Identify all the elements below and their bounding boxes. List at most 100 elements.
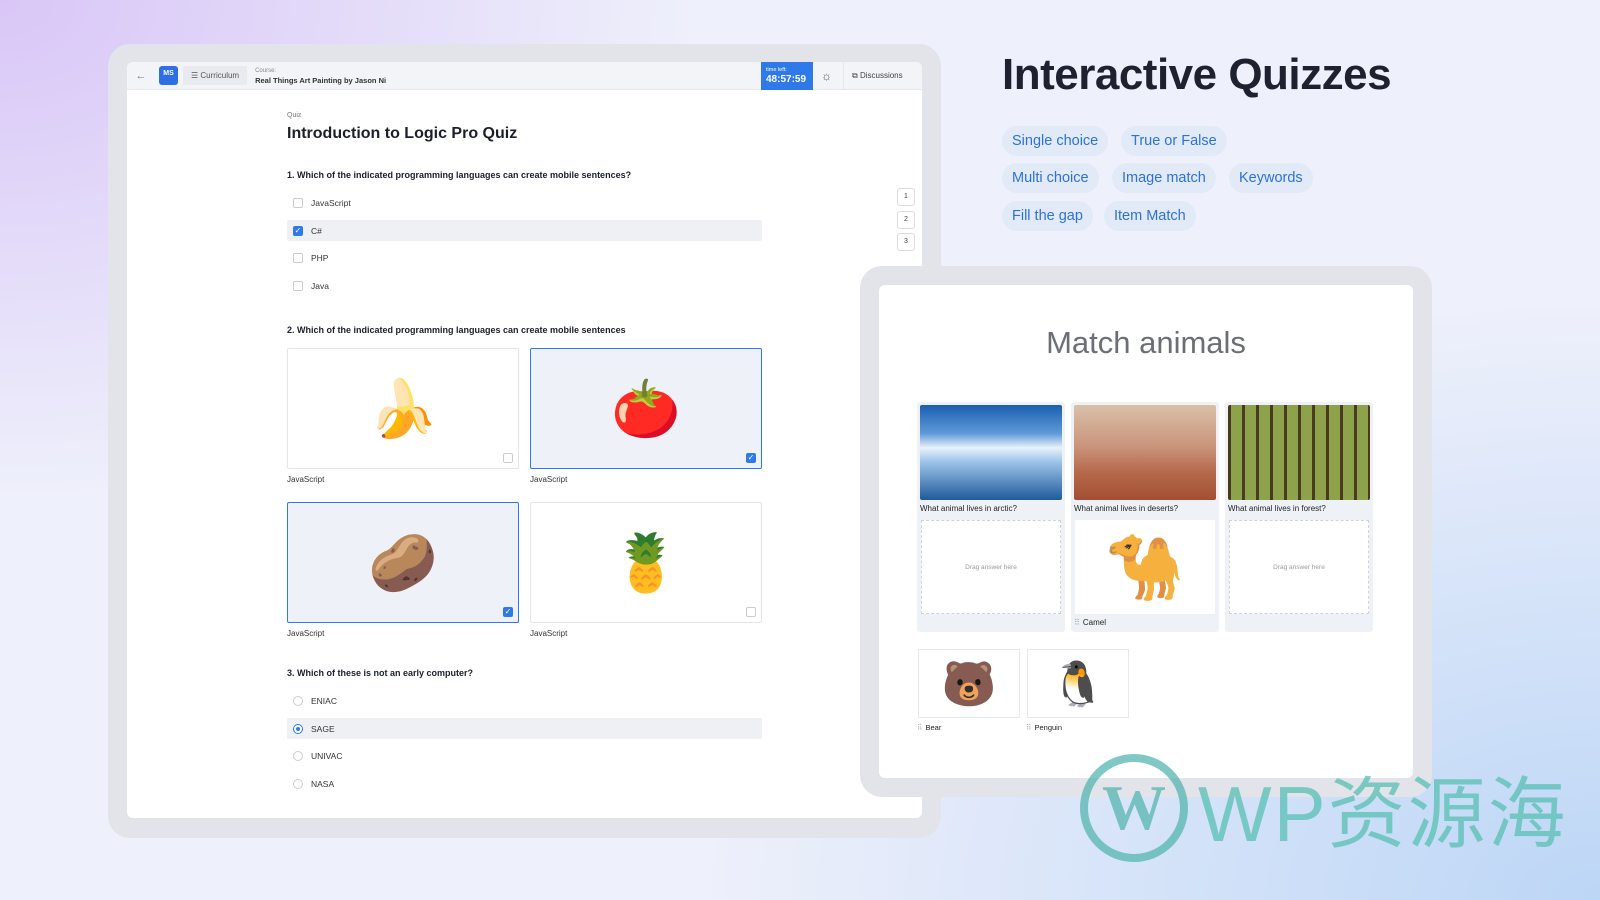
chip-multi-choice: Multi choice bbox=[1002, 163, 1099, 193]
image-option-potato[interactable]: 🥔 ✓ bbox=[287, 502, 519, 623]
quiz-window: ← MS ☰ Curriculum Course: Real Things Art… bbox=[127, 62, 922, 818]
option[interactable]: JavaScript bbox=[287, 192, 762, 213]
drop-zone[interactable]: Drag answer here bbox=[921, 520, 1061, 614]
bear-image: 🐻 bbox=[941, 659, 997, 709]
checkbox[interactable] bbox=[293, 280, 303, 291]
image-option-pineapple[interactable]: 🍍 bbox=[530, 502, 762, 623]
image-option-label: JavaScript bbox=[287, 475, 325, 484]
radio[interactable] bbox=[293, 695, 303, 706]
answer-label: ⠿ Bear bbox=[917, 723, 941, 732]
option[interactable]: NASA bbox=[287, 773, 762, 794]
answer-penguin-label: Penguin bbox=[1034, 723, 1063, 732]
answer-bear-label: Bear bbox=[925, 723, 942, 732]
option[interactable]: ENIAC bbox=[287, 690, 762, 711]
match-title: Match animals bbox=[1046, 325, 1246, 360]
discussions-button[interactable]: ⧉ Discussions bbox=[843, 62, 903, 90]
chip-true-or-false: True or False bbox=[1121, 126, 1227, 156]
chip-single-choice: Single choice bbox=[1002, 126, 1109, 156]
image-option-banana[interactable]: 🍌 bbox=[287, 348, 519, 469]
course-name: Real Things Art Painting by Jason Ni bbox=[255, 75, 387, 85]
question-nav-3[interactable]: 3 bbox=[897, 233, 915, 251]
chip-fill-the-gap: Fill the gap bbox=[1002, 201, 1093, 231]
menu-icon: ☰ bbox=[191, 71, 201, 80]
checkbox[interactable] bbox=[746, 607, 756, 617]
forest-image bbox=[1228, 405, 1370, 500]
wordpress-logo-icon: W bbox=[1080, 754, 1188, 862]
curriculum-label: Curriculum bbox=[200, 71, 240, 80]
match-column-forest: What animal lives in forest? Drag answer… bbox=[1225, 402, 1373, 632]
radio-selected[interactable] bbox=[293, 723, 303, 734]
radio[interactable] bbox=[293, 778, 303, 789]
chip-image-match: Image match bbox=[1112, 163, 1216, 193]
chat-icon: ⧉ bbox=[852, 71, 860, 80]
question-3: 3. Which of these is not an early comput… bbox=[287, 668, 474, 678]
arrow-left-icon[interactable]: ← bbox=[127, 70, 155, 82]
answer-bear[interactable]: 🐻 bbox=[918, 649, 1020, 718]
checkbox[interactable] bbox=[293, 252, 303, 263]
penguin-image: 🐧 bbox=[1050, 659, 1106, 709]
arctic-image bbox=[920, 405, 1062, 500]
course-label: Course: bbox=[255, 67, 277, 74]
banana-image: 🍌 bbox=[368, 376, 438, 440]
option-label: C# bbox=[311, 225, 322, 236]
sun-icon[interactable]: ☼ bbox=[821, 69, 832, 83]
option-label: Java bbox=[311, 280, 329, 291]
camel-image[interactable]: 🐪 bbox=[1075, 520, 1215, 614]
pineapple-image: 🍍 bbox=[611, 530, 681, 594]
watermark-text: WP资源海 bbox=[1198, 770, 1568, 858]
curriculum-button[interactable]: ☰ Curriculum bbox=[183, 66, 248, 85]
drag-handle-icon: ⠿ bbox=[1026, 723, 1031, 732]
promo-title: Interactive Quizzes bbox=[1002, 50, 1392, 99]
logo: MS bbox=[159, 66, 178, 85]
drop-zone[interactable]: Drag answer here bbox=[1229, 520, 1369, 614]
timer-value: 48:57:59 bbox=[766, 74, 807, 85]
watermark: W WP资源海 bbox=[1080, 752, 1568, 864]
checkbox[interactable] bbox=[503, 453, 513, 463]
answer-label: ⠿ Penguin bbox=[1026, 723, 1062, 732]
option[interactable]: UNIVAC bbox=[287, 745, 762, 766]
image-option-label: JavaScript bbox=[287, 629, 325, 638]
question-2: 2. Which of the indicated programming la… bbox=[287, 325, 626, 335]
question-1: 1. Which of the indicated programming la… bbox=[287, 170, 632, 180]
answer-penguin[interactable]: 🐧 bbox=[1027, 649, 1129, 718]
option-label: SAGE bbox=[311, 723, 335, 734]
page-title: Introduction to Logic Pro Quiz bbox=[287, 125, 518, 142]
option[interactable]: ✓ C# bbox=[287, 220, 762, 241]
image-option-label: JavaScript bbox=[530, 629, 568, 638]
top-bar: ← MS ☰ Curriculum Course: Real Things Art… bbox=[127, 62, 922, 90]
option-label: UNIVAC bbox=[311, 750, 343, 761]
question-nav-2[interactable]: 2 bbox=[897, 211, 915, 229]
match-column-arctic: What animal lives in arctic? Drag answer… bbox=[917, 402, 1065, 632]
checkbox-checked[interactable]: ✓ bbox=[746, 453, 756, 463]
option[interactable]: PHP bbox=[287, 247, 762, 268]
quiz-label: Quiz bbox=[287, 112, 302, 119]
chip-keywords: Keywords bbox=[1229, 163, 1313, 193]
option[interactable]: Java bbox=[287, 275, 762, 296]
checkbox[interactable] bbox=[293, 197, 303, 208]
checkbox-checked[interactable]: ✓ bbox=[293, 225, 303, 236]
match-column-desert: What animal lives in deserts? 🐪 ⠿ Camel bbox=[1071, 402, 1219, 632]
radio[interactable] bbox=[293, 750, 303, 761]
potato-image: 🥔 bbox=[368, 530, 438, 594]
timer: time left: 48:57:59 bbox=[761, 62, 813, 90]
chip-item-match: Item Match bbox=[1104, 201, 1196, 231]
drag-handle-icon: ⠿ bbox=[917, 723, 922, 732]
course-info: Course: Real Things Art Painting by Jason… bbox=[255, 67, 386, 85]
option-label: NASA bbox=[311, 778, 335, 789]
option-label: PHP bbox=[311, 252, 329, 263]
match-question: What animal lives in forest? bbox=[1228, 504, 1326, 513]
tomato-image: 🍅 bbox=[611, 376, 681, 440]
discussions-label: Discussions bbox=[859, 71, 903, 80]
match-window: Match animals What animal lives in arcti… bbox=[879, 285, 1413, 778]
option[interactable]: SAGE bbox=[287, 718, 762, 739]
placed-answer[interactable]: ⠿ Camel bbox=[1074, 618, 1106, 627]
question-nav-1[interactable]: 1 bbox=[897, 188, 915, 206]
option-label: ENIAC bbox=[311, 695, 337, 706]
image-option-tomato[interactable]: 🍅 ✓ bbox=[530, 348, 762, 469]
option-label: JavaScript bbox=[311, 197, 351, 208]
desert-image bbox=[1074, 405, 1216, 500]
image-option-label: JavaScript bbox=[530, 475, 568, 484]
match-question: What animal lives in arctic? bbox=[920, 504, 1017, 513]
drag-handle-icon: ⠿ bbox=[1074, 618, 1080, 627]
checkbox-checked[interactable]: ✓ bbox=[503, 607, 513, 617]
